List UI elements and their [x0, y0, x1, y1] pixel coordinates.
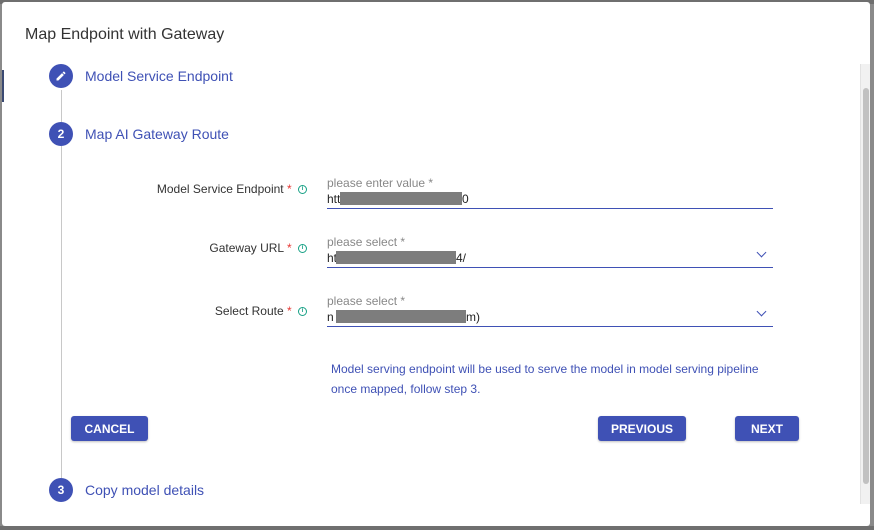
route-placeholder: please select * [327, 294, 406, 308]
endpoint-label-text: Model Service Endpoint [156, 182, 284, 196]
redacted-value [336, 251, 456, 264]
chevron-down-icon[interactable] [756, 247, 767, 258]
redacted-value [336, 310, 466, 323]
pencil-icon [56, 71, 66, 81]
step-2-label[interactable]: Map AI Gateway Route [85, 126, 229, 142]
cancel-button[interactable]: CANCEL [71, 416, 148, 441]
route-value-start: n [327, 310, 334, 324]
gateway-url-label-text: Gateway URL [209, 241, 284, 255]
route-value-end: m) [466, 310, 480, 324]
required-mark: * [286, 241, 292, 255]
step-1-label[interactable]: Model Service Endpoint [85, 68, 233, 84]
previous-button[interactable]: PREVIOUS [598, 416, 686, 441]
step-1-circle[interactable] [49, 64, 73, 88]
endpoint-value-start: htt [327, 192, 341, 206]
map-endpoint-dialog: Map Endpoint with Gateway Model Service … [2, 2, 870, 526]
chevron-down-icon[interactable] [756, 306, 767, 317]
step-connector [61, 146, 62, 478]
gateway-url-value-end: 4/ [456, 251, 467, 265]
gateway-url-select[interactable]: please select * ht 4/ [327, 235, 773, 268]
mapping-hint: Model serving endpoint will be used to s… [331, 359, 791, 399]
redacted-value [340, 192, 462, 205]
gateway-url-field-label: Gateway URL * i [107, 241, 307, 255]
required-mark: * [286, 304, 292, 318]
scrollbar-thumb[interactable] [863, 88, 869, 484]
backdrop-bottom [0, 526, 874, 530]
endpoint-field-label: Model Service Endpoint * i [107, 182, 307, 196]
next-button[interactable]: NEXT [735, 416, 799, 441]
route-select[interactable]: please select * n m) [327, 294, 773, 327]
endpoint-input[interactable]: please enter value * htt 0 [327, 176, 773, 209]
info-icon[interactable]: i [298, 307, 307, 317]
step-connector [61, 90, 62, 122]
info-icon[interactable]: i [298, 244, 307, 254]
hint-line-1: Model serving endpoint will be used to s… [331, 362, 759, 376]
endpoint-placeholder: please enter value * [327, 176, 434, 190]
info-icon[interactable]: i [298, 185, 307, 195]
step-3-label[interactable]: Copy model details [85, 482, 204, 498]
required-mark: * [286, 182, 292, 196]
step-2-circle[interactable]: 2 [49, 122, 73, 146]
gateway-url-placeholder: please select * [327, 235, 406, 249]
hint-line-2: once mapped, follow step 3. [331, 382, 481, 396]
left-accent-bar [2, 70, 4, 102]
endpoint-value-end: 0 [462, 192, 469, 206]
route-field-label: Select Route * i [107, 304, 307, 318]
route-label-text: Select Route [214, 304, 284, 318]
step-3-circle[interactable]: 3 [49, 478, 73, 502]
dialog-title: Map Endpoint with Gateway [25, 26, 225, 43]
